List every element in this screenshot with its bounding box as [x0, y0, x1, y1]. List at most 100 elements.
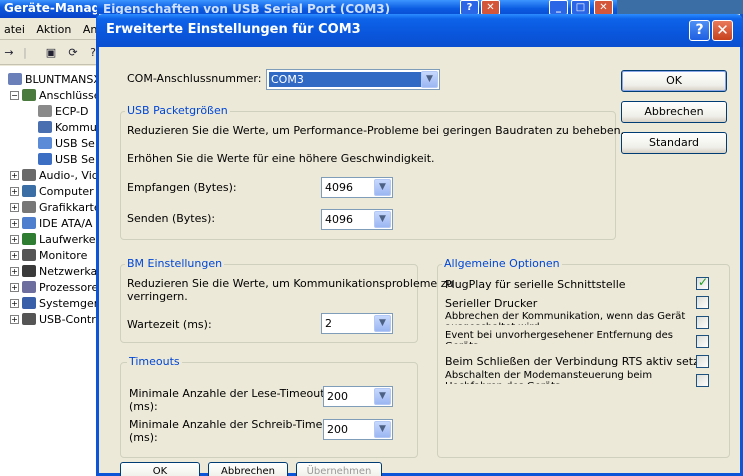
com-port-select[interactable]: COM3 ▼: [266, 69, 440, 90]
device-manager-title: Geräte-Manager: [0, 0, 104, 18]
device-icon: [38, 121, 52, 133]
menu-file[interactable]: atei: [0, 20, 29, 36]
expand-icon[interactable]: +: [10, 299, 19, 308]
help-button[interactable]: ?: [689, 20, 710, 41]
chevron-down-icon[interactable]: ▼: [374, 315, 391, 332]
close-button[interactable]: ✕: [712, 20, 733, 41]
device-tree-label: Netzwerka: [39, 265, 98, 278]
device-tree-label: USB Se: [55, 153, 95, 166]
collapse-icon[interactable]: −: [10, 91, 19, 100]
latency-select[interactable]: 2 ▼: [321, 313, 393, 334]
device-icon: [22, 233, 36, 245]
device-icon: [22, 217, 36, 229]
behind-apply-button[interactable]: Übernehmen: [296, 462, 382, 476]
expand-icon[interactable]: +: [10, 251, 19, 260]
device-manager-menubar: atei Aktion An: [0, 20, 104, 40]
usb-packet-group-title: USB Packetgrößen: [125, 104, 230, 117]
device-tree-label: IDE ATA/A: [39, 217, 93, 230]
dialog-title: Erweiterte Einstellungen für COM3: [96, 14, 743, 47]
menu-action[interactable]: Aktion: [32, 20, 75, 36]
device-tree-label: Laufwerke: [39, 233, 96, 246]
device-tree-item[interactable]: USB Se: [38, 136, 95, 152]
maximize-icon[interactable]: □: [571, 0, 590, 15]
general-option-checkbox[interactable]: [696, 374, 709, 387]
receive-select[interactable]: 4096 ▼: [321, 177, 393, 198]
general-option-label: Abbrechen der Kommunikation, wenn das Ge…: [445, 311, 686, 325]
device-tree-label: ECP-D: [55, 105, 89, 118]
cancel-button[interactable]: Abbrechen: [621, 101, 727, 123]
device-icon: [22, 201, 36, 213]
device-manager-window: Geräte-Manager atei Aktion An → | ▣ ⟳ ? …: [0, 0, 104, 476]
read-timeout-label-line1: Minimale Anzahle der Lese-Timeouts: [129, 387, 331, 400]
ok-button[interactable]: OK: [621, 70, 727, 92]
device-tree-label: BLUNTMANSXS: [25, 73, 104, 86]
expand-icon[interactable]: +: [10, 283, 19, 292]
device-tree-item[interactable]: + Grafikkarte: [10, 200, 101, 216]
device-tree-item[interactable]: Kommu: [38, 120, 97, 136]
device-tree-item[interactable]: BLUNTMANSXS: [8, 72, 104, 88]
expand-icon[interactable]: +: [10, 267, 19, 276]
device-tree-item[interactable]: + Netzwerka: [10, 264, 97, 280]
device-tree-item[interactable]: ECP-D: [38, 104, 88, 120]
props-close-icon[interactable]: ✕: [481, 0, 500, 15]
props-help-icon[interactable]: ?: [460, 0, 479, 15]
com-port-label: COM-Anschlussnummer:: [127, 72, 262, 85]
read-timeout-select[interactable]: 200 ▼: [323, 386, 393, 407]
device-tree-label: Audio-, Vid: [39, 169, 99, 182]
general-option-checkbox[interactable]: [696, 316, 709, 329]
chevron-down-icon[interactable]: ▼: [421, 71, 438, 88]
device-tree-item[interactable]: + IDE ATA/A: [10, 216, 92, 232]
device-icon: [22, 169, 36, 181]
device-tree-item[interactable]: + Prozessore: [10, 280, 98, 296]
device-tree-item[interactable]: + Systemger: [10, 296, 98, 312]
write-timeout-select[interactable]: 200 ▼: [323, 419, 393, 440]
behind-cancel-button[interactable]: Abbrechen: [208, 462, 288, 476]
general-option-checkbox[interactable]: ✓: [696, 275, 709, 290]
devmgr-close-icon[interactable]: ✕: [594, 0, 613, 15]
latency-value: 2: [325, 317, 332, 330]
device-tree-item[interactable]: + USB-Contr: [10, 312, 96, 328]
device-tree-item[interactable]: + Monitore: [10, 248, 87, 264]
device-tree-label: Anschlüsse: [39, 89, 101, 102]
general-options-group-title: Allgemeine Optionen: [442, 257, 562, 270]
default-button[interactable]: Standard: [621, 132, 727, 154]
bm-hint-line1: Reduzieren Sie die Werte, um Kommunikati…: [127, 277, 454, 290]
checkmark-icon: ✓: [698, 275, 709, 289]
device-tree-item[interactable]: − Anschlüsse: [10, 88, 101, 104]
expand-icon[interactable]: +: [10, 315, 19, 324]
minimize-icon[interactable]: _: [549, 0, 568, 15]
expand-icon[interactable]: +: [10, 187, 19, 196]
expand-icon[interactable]: +: [10, 203, 19, 212]
general-option-checkbox[interactable]: [696, 335, 709, 348]
device-icon: [22, 185, 36, 197]
device-tree-label: USB-Contr: [39, 313, 96, 326]
send-select[interactable]: 4096 ▼: [321, 209, 393, 230]
chevron-down-icon[interactable]: ▼: [374, 421, 391, 438]
device-tree-label: Computer: [39, 185, 94, 198]
expand-icon[interactable]: +: [10, 235, 19, 244]
back-arrow-icon[interactable]: →: [2, 46, 16, 60]
device-tree-item[interactable]: + Laufwerke: [10, 232, 96, 248]
general-option-checkbox[interactable]: [696, 355, 709, 368]
properties-icon[interactable]: ▣: [44, 46, 58, 60]
refresh-icon[interactable]: ⟳: [66, 46, 80, 60]
general-option-checkbox[interactable]: [696, 296, 709, 309]
device-icon: [22, 297, 36, 309]
device-icon: [22, 89, 36, 101]
device-tree-item[interactable]: + Computer: [10, 184, 94, 200]
behind-ok-button[interactable]: OK: [120, 462, 200, 476]
device-tree-label: Monitore: [39, 249, 88, 262]
chevron-down-icon[interactable]: ▼: [374, 211, 391, 228]
latency-label: Wartezeit (ms):: [127, 318, 212, 331]
expand-icon[interactable]: +: [10, 219, 19, 228]
device-tree-label: Kommu: [55, 121, 97, 134]
chevron-down-icon[interactable]: ▼: [374, 388, 391, 405]
timeouts-group: [120, 362, 418, 458]
device-icon: [22, 313, 36, 325]
chevron-down-icon[interactable]: ▼: [374, 179, 391, 196]
read-timeout-label-line2: (ms):: [129, 400, 158, 413]
expand-icon[interactable]: +: [10, 171, 19, 180]
device-tree-item[interactable]: USB Se: [38, 152, 95, 168]
write-timeout-value: 200: [327, 423, 348, 436]
device-tree-item[interactable]: + Audio-, Vid: [10, 168, 99, 184]
